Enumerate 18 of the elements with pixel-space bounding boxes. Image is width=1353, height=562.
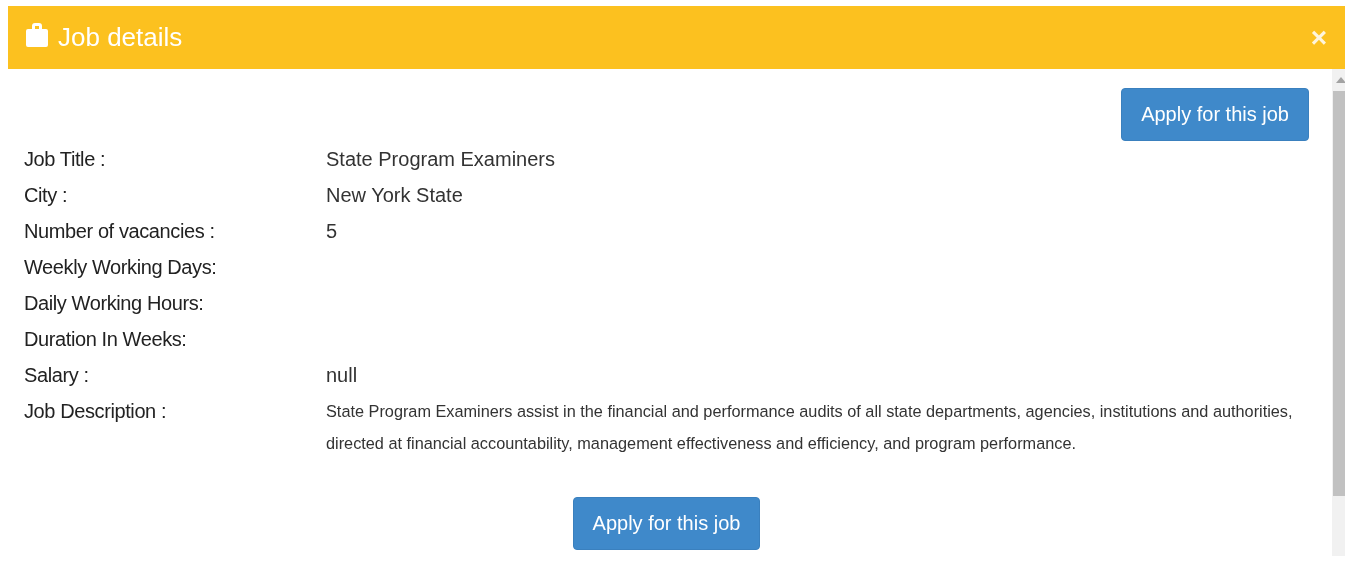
field-value: State Program Examiners [326,147,555,172]
modal-title: Job details [58,22,183,53]
scrollbar[interactable] [1332,69,1345,556]
briefcase-icon [24,20,50,49]
field-label: Daily Working Hours: [24,291,205,316]
field-label: Job Title : [24,147,107,172]
field-value: 5 [326,219,338,244]
field-label: Job Description : [24,399,168,424]
apply-button[interactable]: Apply for this job [572,497,761,550]
field-label: City : [24,183,69,208]
field-value: New York State [326,183,463,208]
apply-button[interactable]: Apply for this job [1121,88,1309,141]
field-value: null [326,363,358,388]
field-label: Salary : [24,363,90,388]
field-label: Number of vacancies : [24,219,216,244]
description-text: State Program Examiners assist in the financial and performance audits of all state departments, agencies, institutions and authorities, directed at financial accountability, management effectiveness and efficiency, and program performance. [326,401,1294,454]
field-label: Weekly Working Days: [24,255,218,280]
field-label: Duration In Weeks: [24,327,188,352]
